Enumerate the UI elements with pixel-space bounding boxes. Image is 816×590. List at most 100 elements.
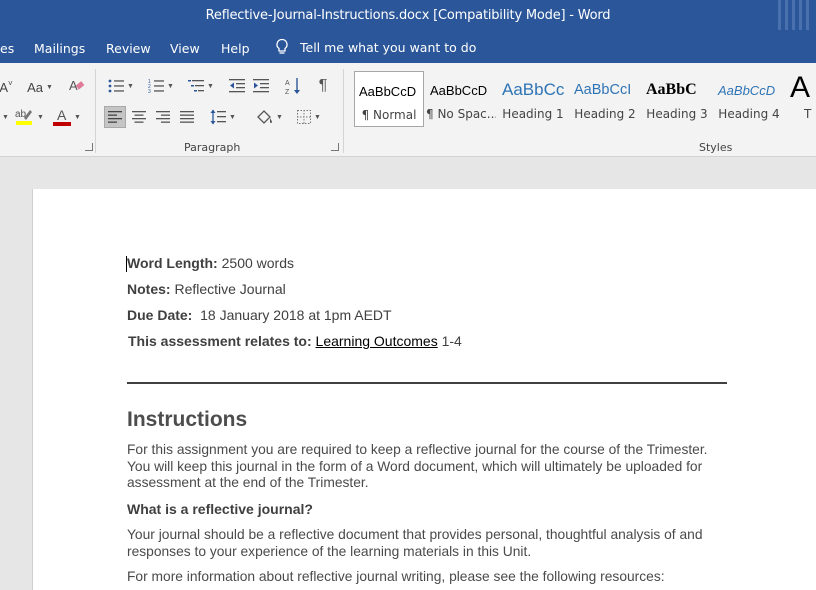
- style-heading-2[interactable]: AaBbCcI Heading 2: [570, 71, 640, 127]
- clear-formatting-button[interactable]: A: [66, 75, 88, 97]
- sort-button[interactable]: AZ: [282, 75, 304, 97]
- borders-button[interactable]: ▼: [292, 106, 326, 128]
- styles-gallery: AaBbCcD ¶ Normal AaBbCcD ¶ No Spac... Aa…: [354, 71, 816, 129]
- change-case-button[interactable]: Aa ▼: [22, 77, 58, 97]
- style-title[interactable]: A T: [786, 71, 816, 127]
- line-spacing-button[interactable]: ▼: [206, 106, 240, 128]
- word-window: Reflective-Journal-Instructions.docx [Co…: [0, 0, 816, 590]
- pilcrow-icon: ¶: [318, 77, 328, 94]
- shrink-font-button[interactable]: A ˅: [0, 77, 13, 97]
- font-color-button[interactable]: A ▼: [50, 105, 84, 129]
- svg-text:Z: Z: [285, 89, 290, 95]
- assessment-suffix: 1-4: [437, 333, 462, 349]
- due-date-label: Due Date:: [127, 307, 193, 323]
- tab-references[interactable]: es: [0, 41, 14, 56]
- multilevel-list-icon: [188, 80, 205, 92]
- font-color-icon: A: [53, 107, 72, 127]
- learning-outcomes-link[interactable]: Learning Outcomes: [316, 333, 438, 349]
- style-normal[interactable]: AaBbCcD ¶ Normal: [354, 71, 424, 127]
- intro-paragraph: For this assignment you are required to …: [127, 442, 708, 490]
- tab-mailings[interactable]: Mailings: [34, 41, 85, 56]
- tell-me-search[interactable]: Tell me what you want to do: [274, 38, 476, 56]
- text-highlight-button[interactable]: ab ▼: [12, 105, 46, 129]
- style-preview: AaBbCcD: [430, 83, 488, 98]
- style-heading-3[interactable]: AaBbC Heading 3: [642, 71, 712, 127]
- style-name: ¶ Normal: [361, 108, 417, 122]
- style-preview: AaBbCcI: [574, 82, 632, 98]
- notes-line: Notes: Reflective Journal: [127, 281, 286, 297]
- paragraph-dialog-launcher[interactable]: [331, 143, 339, 151]
- group-separator: [95, 69, 96, 153]
- reflective-journal-subheading: What is a reflective journal?: [127, 501, 313, 517]
- shading-button[interactable]: ▼: [252, 106, 286, 128]
- multilevel-list-button[interactable]: ▼: [184, 75, 218, 97]
- align-left-button[interactable]: [104, 106, 126, 128]
- due-date-line: Due Date: 18 January 2018 at 1pm AEDT: [127, 307, 392, 323]
- notes-label: Notes:: [127, 281, 171, 297]
- text-cursor: [126, 256, 127, 272]
- eraser-icon: A: [68, 76, 86, 97]
- document-page[interactable]: Word Length: 2500 words Notes: Reflectiv…: [32, 189, 816, 590]
- style-heading-4[interactable]: AaBbCcD Heading 4: [714, 71, 784, 127]
- tell-me-label: Tell me what you want to do: [300, 39, 477, 55]
- align-center-icon: [132, 111, 146, 123]
- align-right-icon: [156, 111, 170, 123]
- decrease-indent-button[interactable]: [226, 75, 248, 97]
- style-heading-1[interactable]: AaBbCc Heading 1: [498, 71, 568, 127]
- style-no-spacing[interactable]: AaBbCcD ¶ No Spac...: [426, 71, 496, 127]
- ribbon-display-options-icon[interactable]: [776, 0, 812, 33]
- justify-icon: [180, 111, 194, 123]
- instructions-heading: Instructions: [127, 408, 248, 431]
- ribbon: A ˅ Aa ▼ A ▼ ab ▼ A ▼ ▼ 1 2 3 ▼ ▼ A Z ¶ …: [0, 63, 816, 157]
- svg-text:A: A: [285, 80, 290, 87]
- style-preview: AaBbCcD: [718, 83, 776, 98]
- change-case-label: Aa: [27, 79, 43, 95]
- style-preview: A: [790, 71, 811, 104]
- tab-view[interactable]: View: [170, 41, 200, 56]
- paint-bucket-icon: [257, 110, 273, 124]
- numbering-button[interactable]: 1 2 3 ▼: [144, 75, 178, 97]
- decrease-indent-icon: [229, 79, 245, 93]
- ribbon-dropdown-arrow[interactable]: ▼: [0, 107, 9, 127]
- due-date-value: 18 January 2018 at 1pm AEDT: [192, 307, 392, 323]
- bullets-icon: [108, 79, 125, 93]
- horizontal-rule: [127, 382, 727, 384]
- align-right-button[interactable]: [152, 106, 174, 128]
- sort-icon: AZ: [285, 78, 300, 95]
- increase-indent-button[interactable]: [250, 75, 272, 97]
- tab-review[interactable]: Review: [106, 41, 151, 56]
- increase-indent-icon: [253, 79, 269, 93]
- style-preview: AaBbCcD: [359, 84, 417, 99]
- highlighter-icon: ab: [14, 106, 34, 129]
- style-name: Heading 3: [646, 107, 708, 121]
- title-bar: Reflective-Journal-Instructions.docx [Co…: [0, 0, 816, 33]
- borders-icon: [297, 110, 312, 124]
- style-name: Heading 1: [502, 107, 564, 121]
- show-hide-marks-button[interactable]: ¶: [312, 75, 334, 97]
- align-center-button[interactable]: [128, 106, 150, 128]
- lightbulb-icon: [274, 38, 290, 56]
- numbering-icon: 123: [148, 79, 165, 93]
- word-length-line: Word Length: 2500 words: [126, 255, 295, 272]
- assessment-line: This assessment relates to: Learning Out…: [128, 333, 462, 349]
- word-length-value: 2500 words: [217, 255, 295, 271]
- paragraph-group-label: Paragraph: [184, 141, 241, 154]
- style-name: ¶ No Spac...: [426, 107, 496, 121]
- journal-description-paragraph: Your journal should be a reflective docu…: [127, 527, 703, 559]
- bullets-button[interactable]: ▼: [104, 75, 138, 97]
- line-spacing-icon: [210, 109, 227, 125]
- ribbon-tabs: es Mailings Review View Help Tell me wha…: [0, 33, 816, 63]
- style-preview: AaBbCc: [502, 80, 565, 99]
- document-area: Word Length: 2500 words Notes: Reflectiv…: [0, 157, 816, 590]
- align-left-icon: [108, 111, 122, 123]
- justify-button[interactable]: [176, 106, 198, 128]
- tab-help[interactable]: Help: [221, 41, 250, 56]
- svg-text:3: 3: [148, 89, 151, 93]
- font-dialog-launcher[interactable]: [85, 143, 93, 151]
- style-name: T: [804, 107, 812, 121]
- style-name: Heading 4: [718, 107, 780, 121]
- style-preview: AaBbC: [646, 81, 697, 98]
- word-length-label: Word Length:: [127, 255, 218, 271]
- assessment-label: This assessment relates to:: [128, 333, 312, 349]
- style-name: Heading 2: [574, 107, 636, 121]
